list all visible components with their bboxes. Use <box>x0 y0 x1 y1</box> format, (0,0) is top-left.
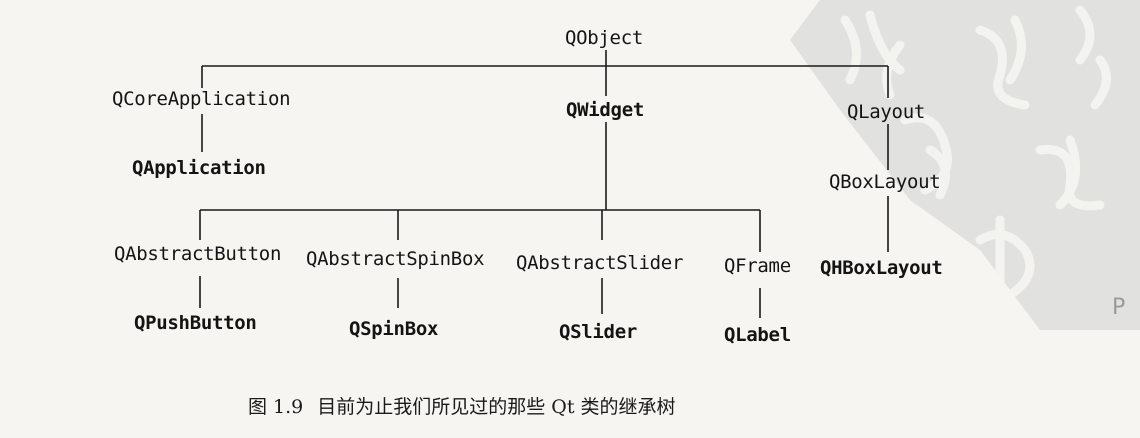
node-qabstractslider: QAbstractSlider <box>516 252 684 274</box>
node-qlayout: QLayout <box>847 101 925 123</box>
node-qabstractbutton: QAbstractButton <box>114 243 282 265</box>
node-qboxlayout: QBoxLayout <box>829 171 941 193</box>
node-qwidget: QWidget <box>566 99 644 121</box>
figure-caption: 图 1.9 目前为止我们所见过的那些 Qt 类的继承树 <box>248 392 676 419</box>
node-qhboxlayout: QHBoxLayout <box>820 257 943 279</box>
caption-text: 目前为止我们所见过的那些 Qt 类的继承树 <box>317 396 676 418</box>
node-qslider: QSlider <box>559 321 637 343</box>
connector-lines <box>199 50 889 318</box>
node-qlabel: QLabel <box>724 324 791 346</box>
node-qframe: QFrame <box>724 255 791 277</box>
node-qabstractspinbox: QAbstractSpinBox <box>306 248 485 270</box>
node-qcoreapplication: QCoreApplication <box>112 88 291 110</box>
node-qpushbutton: QPushButton <box>134 312 257 334</box>
figure-number: 图 1.9 <box>248 396 304 418</box>
node-qapplication: QApplication <box>132 157 266 179</box>
inheritance-diagram: P QObject QCoreApplication QApplication … <box>0 0 1140 438</box>
node-qspinbox: QSpinBox <box>349 318 439 340</box>
node-qobject: QObject <box>565 27 643 49</box>
